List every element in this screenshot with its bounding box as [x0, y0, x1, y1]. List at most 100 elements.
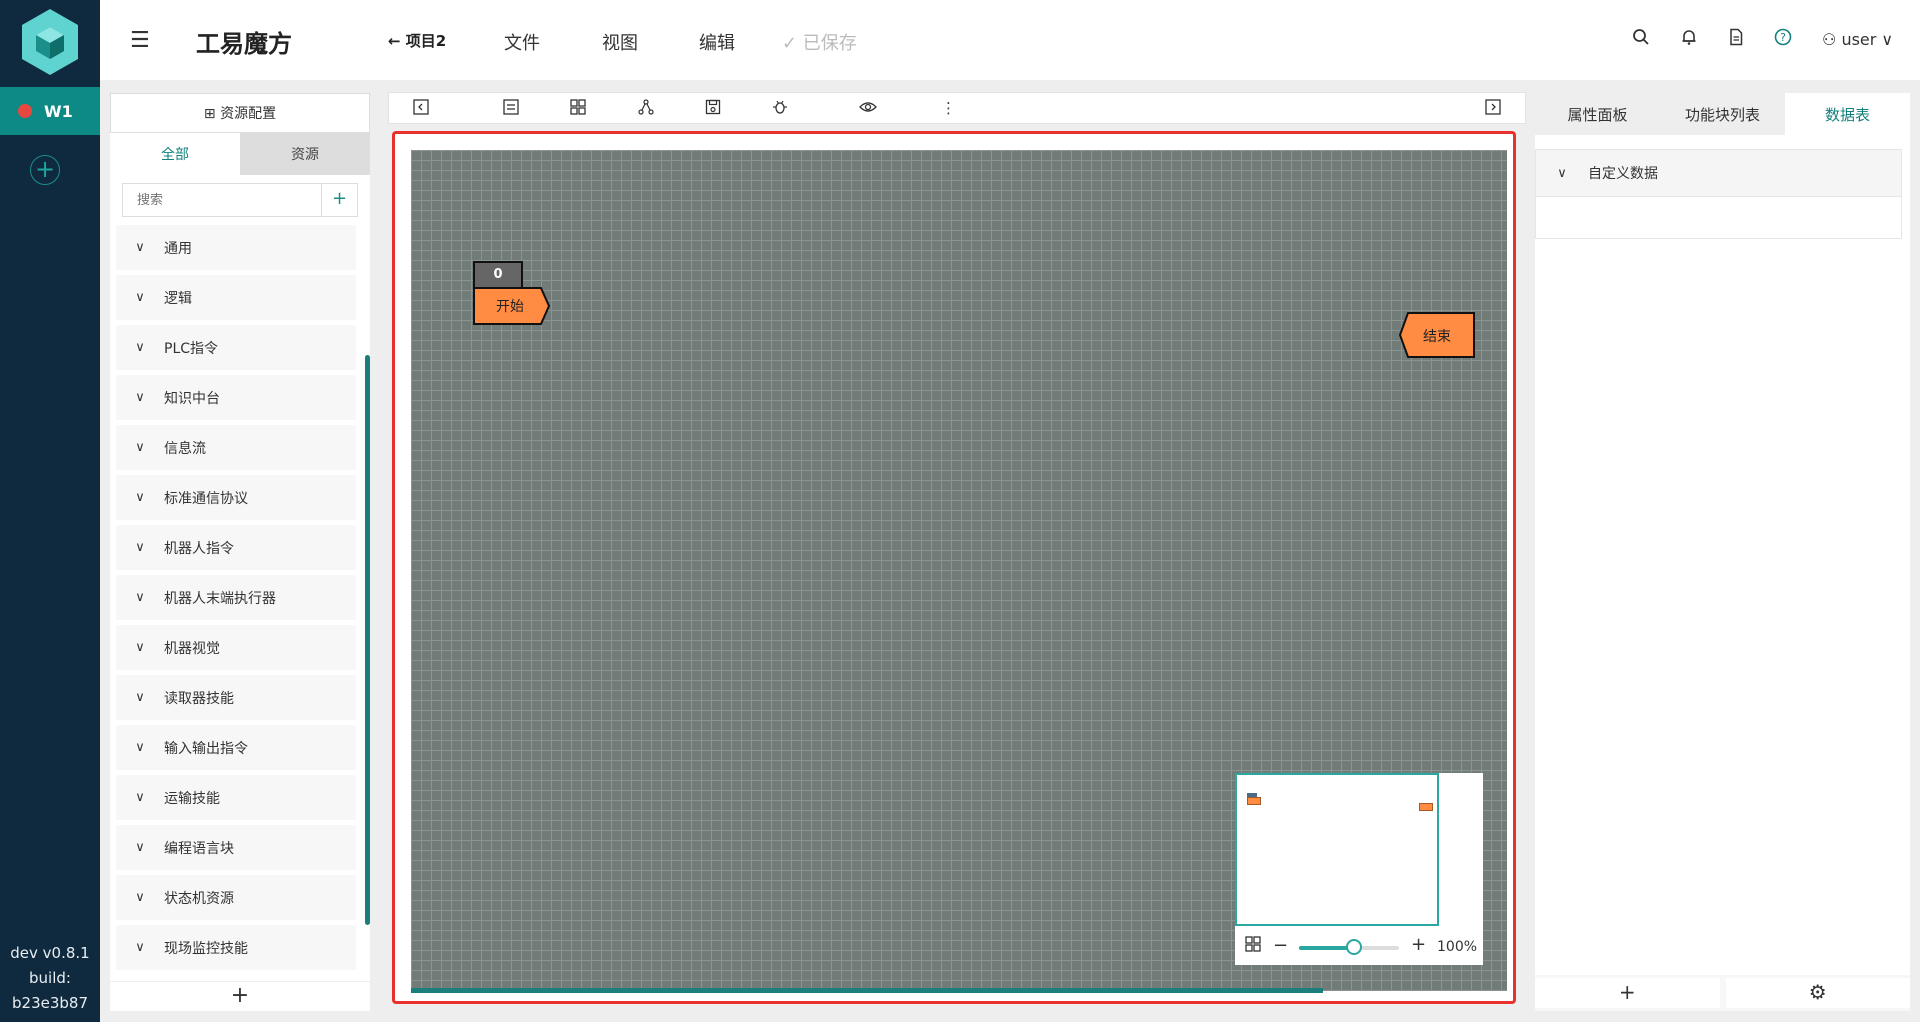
zoom-out-icon[interactable]: −: [1273, 935, 1288, 956]
category-item[interactable]: ∨ 现场监控技能: [116, 925, 356, 970]
chevron-down-icon: ∨: [135, 490, 145, 505]
chevron-down-icon: ∨: [135, 640, 145, 655]
build-label: build:: [29, 969, 71, 987]
status-dot-icon: [18, 104, 32, 118]
canvas-frame: 0 开始 结束 − + 100%: [392, 131, 1516, 1004]
menu-view[interactable]: 视图: [602, 29, 638, 55]
category-item[interactable]: ∨ 机器人指令: [116, 525, 356, 570]
back-to-project-link[interactable]: ← 项目2: [388, 30, 446, 51]
category-item[interactable]: ∨ 运输技能: [116, 775, 356, 820]
menu-edit[interactable]: 编辑: [699, 29, 735, 55]
end-node-label: 结束: [1423, 329, 1451, 345]
category-item[interactable]: ∨ 通用: [116, 225, 356, 270]
search-icon[interactable]: [1632, 28, 1650, 51]
collapse-left-icon[interactable]: [413, 99, 429, 119]
canvas-horizontal-scrollbar[interactable]: [411, 988, 1323, 993]
tab-all[interactable]: 全部: [110, 133, 240, 175]
category-item[interactable]: ∨ 输入输出指令: [116, 725, 356, 770]
minimap-start-node: [1247, 797, 1261, 805]
chevron-down-icon: ∨: [1557, 165, 1567, 181]
custom-data-section-header[interactable]: ∨ 自定义数据: [1535, 149, 1902, 197]
chevron-down-icon: ∨: [135, 940, 145, 955]
fit-view-icon[interactable]: [1245, 936, 1261, 956]
category-item[interactable]: ∨ 编程语言块: [116, 825, 356, 870]
data-table-body: ∨ 自定义数据: [1535, 135, 1910, 975]
tab-function-blocks[interactable]: 功能块列表: [1660, 93, 1785, 135]
menu-file[interactable]: 文件: [504, 29, 540, 55]
category-item[interactable]: ∨ 信息流: [116, 425, 356, 470]
minimap-viewport[interactable]: [1235, 773, 1439, 926]
build-id: b23e3b87: [12, 994, 88, 1012]
right-panel-tabs: 属性面板 功能块列表 数据表: [1535, 93, 1910, 135]
version-label: dev v0.8.1: [10, 944, 90, 962]
minimap-controls: − + 100%: [1235, 933, 1483, 963]
right-panel: 属性面板 功能块列表 数据表 ∨ 自定义数据 + ⚙: [1535, 93, 1910, 1011]
category-list: ∨ 通用 ∨ 逻辑 ∨ PLC指令 ∨ 知识中台 ∨ 信息流 ∨ 标准通信协议 ∨ 机器人指令…: [110, 225, 370, 981]
app-title: 工易魔方: [196, 30, 292, 58]
tab-resources[interactable]: 资源: [240, 133, 370, 175]
category-scrollbar[interactable]: [365, 355, 370, 925]
user-menu[interactable]: ⚇ user ∨: [1822, 30, 1893, 49]
settings-gear-icon[interactable]: ⚙: [1725, 978, 1910, 1008]
workspace-label: W1: [44, 101, 73, 121]
minimap[interactable]: − + 100%: [1235, 773, 1483, 965]
debug-bug-icon[interactable]: [772, 99, 788, 119]
help-icon[interactable]: ?: [1774, 28, 1792, 51]
eye-preview-icon[interactable]: [859, 99, 877, 119]
resource-config-button[interactable]: ⊞ 资源配置: [110, 93, 370, 133]
flow-canvas[interactable]: 0 开始 结束 − + 100%: [411, 150, 1507, 991]
fit-view-icon[interactable]: [570, 99, 586, 119]
category-item[interactable]: ∨ 逻辑: [116, 275, 356, 320]
chevron-down-icon: ∨: [135, 740, 145, 755]
document-icon[interactable]: [1727, 28, 1745, 51]
chevron-down-icon: ∨: [135, 790, 145, 805]
chevron-down-icon: ∨: [135, 390, 145, 405]
start-node-badge[interactable]: 0: [473, 261, 523, 289]
user-icon: ⚇: [1822, 30, 1837, 49]
add-data-button[interactable]: +: [1535, 978, 1720, 1008]
zoom-slider[interactable]: [1299, 939, 1399, 955]
more-icon[interactable]: ⋮: [941, 99, 956, 117]
add-category-button[interactable]: +: [110, 981, 370, 1011]
tab-properties[interactable]: 属性面板: [1535, 93, 1660, 135]
collapse-right-icon[interactable]: [1485, 99, 1501, 119]
search-row: +: [110, 175, 370, 225]
search-input[interactable]: [122, 183, 321, 217]
top-bar: ☰ 工易魔方 ← 项目2 文件 视图 编辑 ✓ 已保存 ? ⚇ user ∨: [100, 0, 1920, 80]
add-resource-button[interactable]: +: [321, 183, 358, 217]
chevron-down-icon: ∨: [135, 440, 145, 455]
svg-text:?: ?: [1780, 31, 1786, 44]
chevron-down-icon: ∨: [135, 290, 145, 305]
category-item[interactable]: ∨ 机器视觉: [116, 625, 356, 670]
bell-icon[interactable]: [1680, 28, 1698, 51]
zoom-in-icon[interactable]: +: [1411, 934, 1426, 955]
start-node-label: 开始: [496, 299, 524, 315]
tab-data-table[interactable]: 数据表: [1785, 93, 1910, 135]
chevron-down-icon: ∨: [135, 540, 145, 555]
saved-status: ✓ 已保存: [782, 33, 857, 54]
category-item[interactable]: ∨ 状态机资源: [116, 875, 356, 920]
category-item[interactable]: ∨ PLC指令: [116, 325, 356, 370]
graph-layout-icon[interactable]: [638, 99, 654, 119]
category-item[interactable]: ∨ 知识中台: [116, 375, 356, 420]
logo-icon: [0, 0, 100, 84]
zoom-slider-handle[interactable]: [1346, 939, 1362, 955]
custom-data-section-body: [1535, 197, 1902, 239]
chevron-down-icon: ∨: [135, 840, 145, 855]
minimap-end-node: [1419, 803, 1433, 811]
save-icon[interactable]: [705, 99, 721, 119]
custom-data-title: 自定义数据: [1588, 166, 1658, 182]
settings-panel-icon[interactable]: [503, 99, 519, 119]
add-workspace-button[interactable]: +: [30, 155, 60, 185]
resource-tabs: 全部 资源: [110, 133, 370, 175]
app-rail: W1 + dev v0.8.1 build: b23e3b87: [0, 0, 100, 1022]
chevron-down-icon: ∨: [135, 340, 145, 355]
category-item[interactable]: ∨ 标准通信协议: [116, 475, 356, 520]
category-item[interactable]: ∨ 读取器技能: [116, 675, 356, 720]
workspace-tab-w1[interactable]: W1: [0, 87, 100, 135]
category-item[interactable]: ∨ 机器人末端执行器: [116, 575, 356, 620]
right-panel-footer: + ⚙: [1535, 978, 1910, 1008]
menu-fold-icon[interactable]: ☰: [130, 28, 150, 53]
chevron-down-icon: ∨: [135, 890, 145, 905]
canvas-toolbar: ⋮: [388, 92, 1526, 124]
